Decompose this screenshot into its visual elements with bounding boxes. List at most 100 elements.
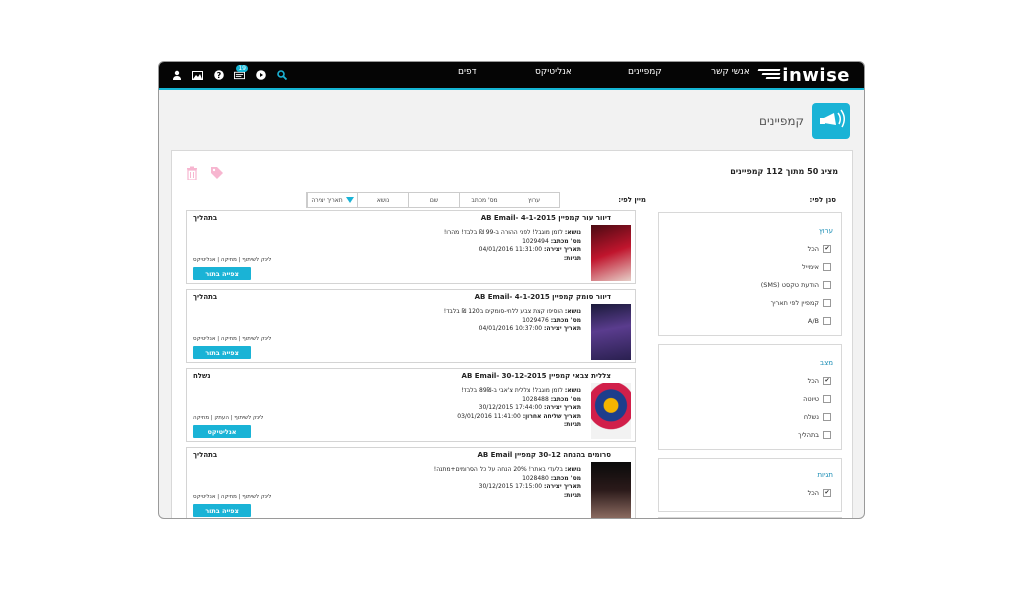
option-label: A/B	[807, 317, 819, 325]
filter-channel-option[interactable]: ✔ הכל	[808, 245, 831, 253]
number-value: 1028480	[522, 474, 549, 482]
option-label: הודעת טקסט (SMS)	[760, 281, 819, 289]
created-value: 10:37:00 04/01/2016	[478, 325, 543, 332]
filter-tags-option[interactable]: ✔ הכל	[808, 489, 831, 497]
created-label: תאריך יצירה:	[544, 246, 581, 253]
created-label: תאריך יצירה:	[544, 483, 581, 490]
campaign-status: בתהליך	[193, 293, 218, 301]
campaign-title[interactable]: סרומים בהנחה 30-12 קמפיין AB Email	[477, 451, 611, 459]
campaign-thumbnail	[591, 304, 631, 360]
filter-status-option[interactable]: בתהליך	[798, 431, 831, 439]
checkbox[interactable]	[823, 263, 831, 271]
subject-value: לזמן מוגבל! צללית צ'אבי ב-89₪ בלבד!	[461, 387, 563, 394]
option-label: נשלח	[803, 413, 819, 421]
campaign-status: בתהליך	[193, 214, 218, 222]
header-icons: ? 19	[171, 64, 287, 82]
analytics-button[interactable]: אנליטיקס	[193, 425, 251, 438]
view-queue-button[interactable]: צפייה בתור	[193, 346, 251, 359]
number-label: מס' מכתב:	[550, 316, 581, 324]
filter-channel-option[interactable]: A/B	[808, 317, 831, 325]
filter-channel-option[interactable]: אימייל	[802, 263, 831, 271]
campaign-thumbnail	[591, 383, 631, 439]
sort-option-label: תאריך יצירה	[311, 196, 343, 204]
number-label: מס' מכתב:	[550, 395, 581, 403]
checkbox[interactable]	[823, 395, 831, 403]
sort-by-subject[interactable]: נושא	[357, 193, 408, 207]
number-label: מס' מכתב:	[550, 237, 581, 245]
sort-by-number[interactable]: מס' מכתב	[459, 193, 509, 207]
nav-pages[interactable]: דפים	[458, 67, 477, 83]
campaign-links[interactable]: לינק לשיתוף | העתק | מחיקה	[193, 415, 263, 421]
filter-channel-box: ערוץ ✔ הכל אימייל הודעת טקסט (SMS) קמפיין…	[658, 212, 842, 336]
campaign-thumbnail	[591, 225, 631, 281]
messages-icon[interactable]: 19	[234, 64, 248, 81]
filter-tags-box: תגיות ✔ הכל	[658, 458, 842, 512]
sort-by-channel[interactable]: ערוץ	[509, 193, 559, 207]
checkbox[interactable]	[823, 413, 831, 421]
checkbox[interactable]: ✔	[823, 489, 831, 497]
campaign-meta: נושא: לזמן מוגבל! צללית צ'אבי ב-89₪ בלבד…	[457, 387, 581, 430]
checkbox[interactable]	[823, 281, 831, 289]
campaign-title[interactable]: צללית צבאי קמפיין AB Email- 30-12-2015	[462, 372, 611, 380]
nav-campaigns[interactable]: קמפיינים	[628, 67, 662, 83]
filter-channel-option[interactable]: קמפיין לפי תאריך	[771, 299, 831, 307]
sent-label: תאריך שליחה אחרון:	[522, 412, 581, 420]
filter-status-option[interactable]: נשלח	[804, 413, 831, 421]
tag-icon[interactable]	[210, 165, 224, 184]
campaign-title[interactable]: דיוור עור קמפיין AB Email- 4-1-2015	[481, 214, 611, 222]
filter-status-option[interactable]: ✔ הכל	[808, 377, 831, 385]
checkbox[interactable]	[823, 299, 831, 307]
search-icon[interactable]	[276, 70, 287, 81]
svg-text:?: ?	[216, 71, 221, 80]
option-label: קמפיין לפי תאריך	[770, 299, 819, 307]
option-label: אימייל	[802, 263, 819, 271]
tags-label: תגיות:	[563, 491, 581, 499]
sort-by-name[interactable]: שם	[408, 193, 459, 207]
bulk-tools	[186, 165, 224, 184]
subject-label: נושא:	[564, 466, 581, 473]
campaign-meta: נושא: בלעדי באתר! 20% הנחה על כל הסרומים…	[434, 466, 581, 500]
view-queue-button[interactable]: צפייה בתור	[193, 504, 251, 517]
option-label: בתהליך	[798, 431, 819, 439]
image-icon[interactable]	[192, 70, 203, 81]
tags-label: תגיות:	[563, 421, 581, 428]
app-window: inwise אנשי קשר קמפיינים אנליטיקס דפים ?…	[158, 61, 865, 519]
campaign-title[interactable]: דיוור סומק קמפיין AB Email- 4-1-2015	[475, 293, 611, 301]
campaign-links[interactable]: לינק לשיתוף | מחיקה | אנליטיקס	[193, 336, 271, 342]
play-icon[interactable]	[255, 70, 266, 81]
filter-status-title: מצב	[820, 359, 833, 367]
sort-by-creation-date[interactable]: תאריך יצירה	[307, 193, 357, 207]
checkbox[interactable]	[823, 317, 831, 325]
campaign-meta: נושא: הוסיפו קצת צבע ללחי-סומקים ב120 ₪ …	[444, 308, 581, 334]
campaign-card[interactable]: דיוור סומק קמפיין AB Email- 4-1-2015 בתה…	[186, 289, 636, 363]
subject-label: נושא:	[564, 387, 581, 394]
option-label: טיוטה	[803, 395, 819, 403]
user-icon[interactable]	[171, 70, 182, 81]
trash-icon[interactable]	[186, 165, 198, 184]
help-icon[interactable]: ?	[213, 70, 224, 81]
filter-channel-option[interactable]: הודעת טקסט (SMS)	[761, 281, 831, 289]
number-value: 1029476	[522, 316, 549, 324]
sort-options: תאריך יצירה נושא שם מס' מכתב ערוץ	[306, 192, 560, 208]
filter-extra-box	[658, 517, 842, 518]
filter-status-option[interactable]: טיוטה	[803, 395, 831, 403]
checkbox[interactable]: ✔	[823, 245, 831, 253]
subject-value: בלעדי באתר! 20% הנחה על כל הסרומים+מתנה!	[433, 466, 563, 473]
campaign-card[interactable]: דיוור עור קמפיין AB Email- 4-1-2015 בתהל…	[186, 210, 636, 284]
megaphone-icon	[812, 103, 850, 139]
campaign-links[interactable]: לינק לשיתוף | מחיקה | אנליטיקס	[193, 494, 271, 500]
campaign-links[interactable]: לינק לשיתוף | מחיקה | אנליטיקס	[193, 257, 271, 263]
tags-label: תגיות:	[563, 254, 581, 262]
inwise-logo[interactable]: inwise	[757, 65, 850, 86]
checkbox[interactable]	[823, 431, 831, 439]
nav-analytics[interactable]: אנליטיקס	[535, 67, 572, 83]
filter-status-box: מצב ✔ הכל טיוטה נשלח בתהליך	[658, 344, 842, 450]
number-label: מס' מכתב:	[550, 474, 581, 482]
view-queue-button[interactable]: צפייה בתור	[193, 267, 251, 280]
notification-badge: 19	[236, 64, 248, 72]
campaign-card[interactable]: צללית צבאי קמפיין AB Email- 30-12-2015 נ…	[186, 368, 636, 442]
campaign-card[interactable]: סרומים בהנחה 30-12 קמפיין AB Email בתהלי…	[186, 447, 636, 518]
checkbox[interactable]: ✔	[823, 377, 831, 385]
nav-contacts[interactable]: אנשי קשר	[711, 67, 750, 83]
campaign-status: נשלח	[193, 372, 211, 380]
